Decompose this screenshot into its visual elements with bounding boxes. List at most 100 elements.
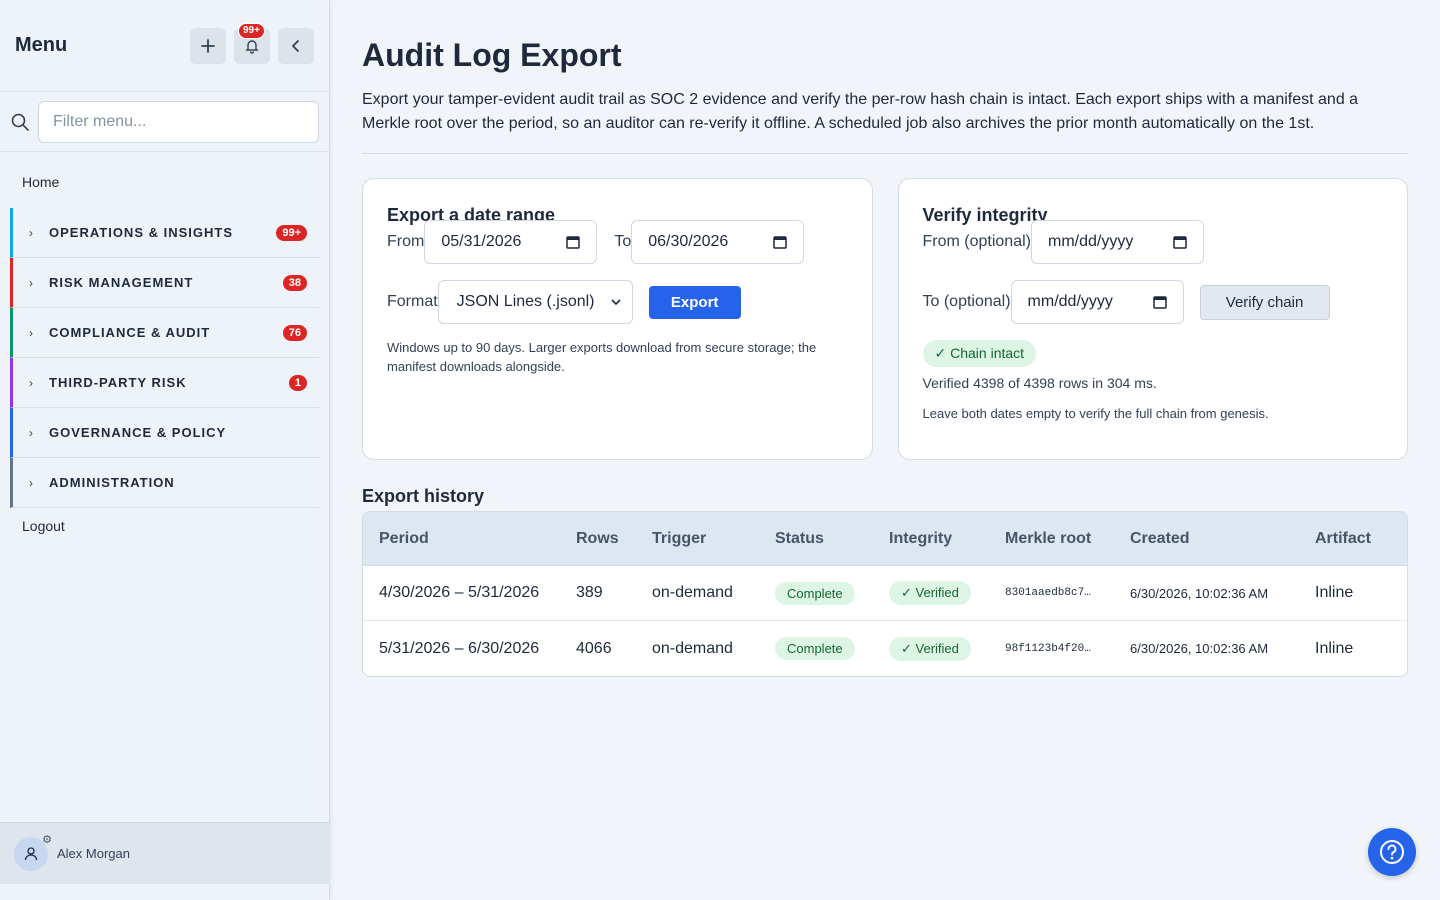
chevron-right-icon: ›: [29, 475, 33, 490]
cell-rows: 4066: [576, 639, 612, 657]
sidebar-item-logout[interactable]: Logout: [0, 508, 329, 544]
integrity-badge: ✓ Verified: [889, 636, 971, 661]
page-description: Export your tamper-evident audit trail a…: [362, 91, 1359, 132]
status-badge: Complete: [775, 581, 855, 605]
cell-created: 6/30/2026, 10:02:36 AM: [1130, 641, 1269, 656]
count-badge: 38: [282, 274, 307, 291]
help-button[interactable]: [1368, 828, 1416, 876]
export-hint: Windows up to 90 days. Larger exports do…: [387, 340, 817, 374]
main-content: Audit Log Export Export your tamper-evid…: [362, 0, 1408, 677]
sidebar-group-label: RISK MANAGEMENT: [49, 275, 194, 290]
column-header[interactable]: Merkle root: [1005, 530, 1130, 548]
export-card: Export a date range From 05/31/2026 To 0…: [362, 178, 873, 460]
from-label: From: [387, 233, 425, 250]
sidebar-group-compliance-audit[interactable]: › COMPLIANCE & AUDIT 76: [10, 308, 319, 358]
avatar[interactable]: ⚙: [14, 834, 52, 871]
sidebar-header: Menu 99+: [0, 0, 329, 92]
chevron-right-icon: ›: [29, 275, 33, 290]
cards-row: Export a date range From 05/31/2026 To 0…: [362, 178, 1408, 460]
sidebar-group-label: OPERATIONS & INSIGHTS: [49, 225, 233, 240]
table-row[interactable]: 4/30/2026 – 5/31/2026 389 on-demand Comp…: [363, 566, 1407, 621]
format-label: Format: [387, 293, 438, 310]
sidebar-group-administration[interactable]: › ADMINISTRATION: [10, 458, 319, 508]
collapse-sidebar-button[interactable]: [278, 27, 314, 64]
verify-card: Verify integrity From (optional) mm/dd/y…: [897, 178, 1408, 460]
sidebar-group-label: ADMINISTRATION: [49, 475, 175, 490]
verify-to-placeholder: mm/dd/yyyy: [1027, 293, 1113, 310]
notifications-button[interactable]: 99+: [234, 22, 270, 64]
export-history-title: Export history: [362, 486, 485, 506]
cell-trigger: on-demand: [652, 584, 733, 601]
filter-menu-input[interactable]: [38, 100, 319, 143]
table-row[interactable]: 5/31/2026 – 6/30/2026 4066 on-demand Com…: [363, 621, 1407, 676]
verify-from-label: From (optional): [922, 233, 1031, 250]
verify-result-text: Verified 4398 of 4398 rows in 304 ms.: [922, 375, 1157, 391]
format-select[interactable]: JSON Lines (.jsonl): [437, 280, 633, 324]
artifact-link[interactable]: Inline: [1315, 584, 1407, 602]
add-button[interactable]: [190, 27, 226, 64]
count-badge: 99+: [276, 224, 307, 241]
verify-to-label: To (optional): [922, 293, 1011, 310]
cell-period: 5/31/2026 – 6/30/2026: [379, 639, 540, 657]
chevron-right-icon: ›: [29, 375, 33, 390]
count-badge: 76: [282, 324, 307, 341]
divider: [362, 153, 1408, 154]
chevron-right-icon: ›: [29, 225, 33, 240]
artifact-link[interactable]: Inline: [1315, 640, 1407, 658]
format-select-value: JSON Lines (.jsonl): [456, 293, 595, 310]
column-header[interactable]: Artifact: [1315, 530, 1407, 548]
user-footer[interactable]: ⚙ Alex Morgan: [0, 822, 330, 884]
plus-icon: [201, 38, 215, 53]
column-header[interactable]: Status: [775, 530, 889, 548]
export-from-date-value: 05/31/2026: [441, 233, 522, 250]
verify-from-date-input[interactable]: mm/dd/yyyy: [1030, 220, 1204, 264]
calendar-icon[interactable]: [566, 235, 581, 249]
cell-created: 6/30/2026, 10:02:36 AM: [1130, 585, 1269, 601]
search-icon: [11, 113, 29, 131]
user-icon: [24, 846, 38, 860]
sidebar-group-label: GOVERNANCE & POLICY: [49, 425, 227, 440]
verify-chain-button[interactable]: Verify chain: [1199, 284, 1330, 320]
question-circle-icon: [1380, 840, 1404, 864]
column-header[interactable]: Trigger: [652, 530, 775, 548]
sidebar-item-home[interactable]: Home: [0, 152, 329, 208]
sidebar-group-risk-management[interactable]: › RISK MANAGEMENT 38: [10, 258, 319, 308]
sidebar: Menu 99+ Home ›OPERATIONS & INSIGHTS99+›…: [0, 0, 330, 900]
cell-merkle-root: 98f1123b4f20…: [1005, 642, 1091, 655]
sidebar-group-operations-insights[interactable]: › OPERATIONS & INSIGHTS 99+: [10, 208, 319, 258]
sidebar-group-governance-policy[interactable]: › GOVERNANCE & POLICY: [10, 408, 319, 458]
chevron-right-icon: ›: [29, 325, 33, 340]
calendar-icon[interactable]: [1152, 295, 1167, 309]
page-title: Audit Log Export: [362, 37, 622, 73]
sidebar-group-label: THIRD-PARTY RISK: [49, 375, 187, 390]
column-header[interactable]: Created: [1130, 530, 1315, 548]
export-to-date-value: 06/30/2026: [648, 233, 729, 250]
table-header: Period Rows Trigger Status Integrity Mer…: [363, 512, 1407, 566]
sidebar-group-label: COMPLIANCE & AUDIT: [49, 325, 211, 340]
export-history-table: Period Rows Trigger Status Integrity Mer…: [362, 511, 1408, 677]
export-button[interactable]: Export: [648, 285, 741, 319]
chevron-left-icon: [291, 39, 299, 52]
column-header[interactable]: Period: [363, 530, 576, 548]
to-label: To: [614, 233, 632, 250]
cell-trigger: on-demand: [652, 639, 733, 657]
chevron-down-icon: [611, 299, 621, 306]
calendar-icon[interactable]: [1173, 235, 1187, 249]
column-header[interactable]: Integrity: [889, 530, 1005, 548]
column-header[interactable]: Rows: [576, 530, 652, 548]
count-badge: 1: [288, 374, 307, 391]
integrity-badge: ✓ Verified: [889, 581, 971, 605]
calendar-icon[interactable]: [773, 235, 787, 249]
verify-to-date-input[interactable]: mm/dd/yyyy: [1010, 280, 1184, 324]
chevron-right-icon: ›: [29, 425, 33, 440]
cell-merkle-root: 8301aaedb8c7…: [1005, 587, 1091, 599]
cell-rows: 389: [576, 584, 603, 601]
verify-from-placeholder: mm/dd/yyyy: [1047, 233, 1134, 250]
sidebar-group-third-party-risk[interactable]: › THIRD-PARTY RISK 1: [10, 358, 319, 408]
export-from-date-input[interactable]: 05/31/2026: [424, 220, 598, 264]
chain-status-pill: ✓ Chain intact: [922, 340, 1037, 367]
notifications-badge: 99+: [238, 22, 265, 39]
export-to-date-input[interactable]: 06/30/2026: [631, 220, 805, 264]
status-badge: Complete: [775, 637, 855, 660]
sidebar-title: Menu: [15, 34, 68, 56]
